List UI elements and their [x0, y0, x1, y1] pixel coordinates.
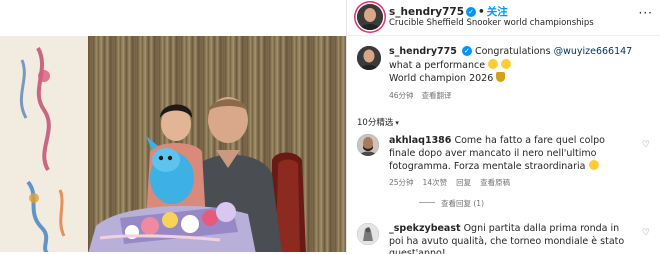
- verified-badge-icon: ✓: [466, 7, 477, 17]
- comment-reply-button[interactable]: 回复: [456, 178, 471, 187]
- clapping-emoji-icon: [488, 58, 499, 69]
- post-image: [0, 0, 346, 254]
- comments-sort-label: 10分精选: [357, 118, 394, 128]
- caption-mention-link[interactable]: @wuyize666147: [554, 46, 633, 57]
- caption-meta: 46分钟 查看翻译: [389, 90, 460, 101]
- caption-text-start: Congratulations: [474, 46, 554, 57]
- comment-avatar[interactable]: [357, 134, 379, 156]
- comments-sort-toggle[interactable]: 10分精选 ▾: [357, 116, 399, 128]
- caption-time: 46分钟: [389, 91, 414, 100]
- post-header: s_hendry775 ✓ • 关注 Crucible Sheffield Snook…: [347, 0, 660, 36]
- comment-likes[interactable]: 14次赞: [423, 178, 448, 187]
- more-options-icon[interactable]: ···: [639, 6, 653, 20]
- separator-dot: •: [478, 6, 485, 18]
- comment-like-heart-icon-2[interactable]: ♡: [642, 228, 650, 238]
- caption-translate-link[interactable]: 查看翻译: [422, 91, 452, 100]
- chevron-down-icon: ▾: [395, 119, 399, 127]
- clapping-emoji-icon-2: [501, 58, 512, 69]
- author-line: s_hendry775 ✓ • 关注: [389, 4, 508, 19]
- comment-like-heart-icon[interactable]: ♡: [642, 140, 650, 150]
- caption-line-2: World champion 2026: [389, 73, 497, 84]
- caption-username[interactable]: s_hendry775: [389, 46, 457, 57]
- post-caption: s_hendry775 ✓ Congratulations @wuyize666…: [389, 46, 651, 86]
- post-side-panel: s_hendry775 ✓ • 关注 Crucible Sheffield Snook…: [346, 0, 660, 254]
- comment-time: 25分钟: [389, 178, 414, 187]
- post-photo[interactable]: [0, 0, 346, 254]
- comment-item: akhlaq1386 Come ha fatto a fare quel col…: [389, 135, 627, 174]
- comment-username-2[interactable]: _spekzybeast: [389, 223, 461, 234]
- follow-button[interactable]: 关注: [487, 6, 508, 18]
- view-replies-button[interactable]: 查看回复 (1): [419, 198, 484, 209]
- trophy-emoji-icon: [496, 72, 506, 82]
- caption-text-end: what a performance: [389, 59, 489, 71]
- clapping-emoji-icon-3: [588, 160, 599, 170]
- comment-avatar-2[interactable]: [357, 223, 379, 245]
- comment-meta: 25分钟 14次赞 回复 查看原稿: [389, 177, 519, 188]
- comment-username[interactable]: akhlaq1386: [389, 135, 451, 146]
- author-username[interactable]: s_hendry775: [389, 6, 464, 18]
- post-location[interactable]: Crucible Sheffield Snooker world champio…: [389, 18, 594, 28]
- author-avatar[interactable]: [357, 4, 383, 30]
- comment-translate-link[interactable]: 查看原稿: [480, 178, 510, 187]
- caption-author-avatar[interactable]: [357, 46, 381, 70]
- comment-item-2: _spekzybeast Ogni partita dalla prima ro…: [389, 223, 627, 254]
- caption-verified-icon: ✓: [461, 46, 472, 56]
